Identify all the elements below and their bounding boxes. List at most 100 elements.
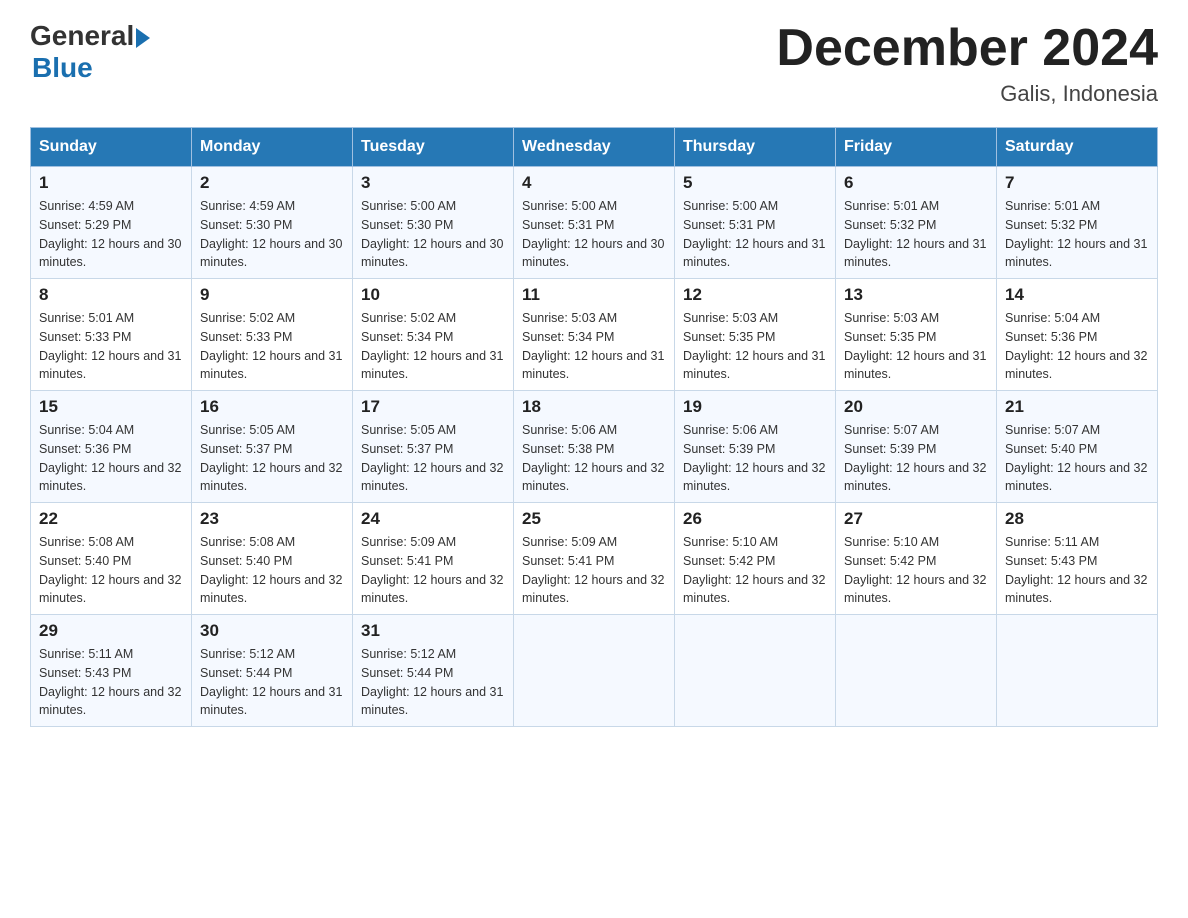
calendar-cell xyxy=(836,615,997,727)
day-info: Sunrise: 5:03 AMSunset: 5:35 PMDaylight:… xyxy=(683,309,827,384)
calendar-cell: 18 Sunrise: 5:06 AMSunset: 5:38 PMDayligh… xyxy=(514,391,675,503)
calendar-header-row: SundayMondayTuesdayWednesdayThursdayFrid… xyxy=(31,128,1158,167)
month-title: December 2024 xyxy=(776,20,1158,77)
day-number: 12 xyxy=(683,285,827,305)
day-number: 31 xyxy=(361,621,505,641)
day-info: Sunrise: 4:59 AMSunset: 5:29 PMDaylight:… xyxy=(39,197,183,272)
day-number: 13 xyxy=(844,285,988,305)
logo-general-text: General xyxy=(30,20,134,52)
day-number: 28 xyxy=(1005,509,1149,529)
day-number: 19 xyxy=(683,397,827,417)
calendar-header-tuesday: Tuesday xyxy=(353,128,514,167)
day-number: 22 xyxy=(39,509,183,529)
day-number: 3 xyxy=(361,173,505,193)
day-info: Sunrise: 5:06 AMSunset: 5:38 PMDaylight:… xyxy=(522,421,666,496)
calendar-cell: 13 Sunrise: 5:03 AMSunset: 5:35 PMDayligh… xyxy=(836,279,997,391)
day-info: Sunrise: 5:04 AMSunset: 5:36 PMDaylight:… xyxy=(1005,309,1149,384)
day-info: Sunrise: 5:01 AMSunset: 5:32 PMDaylight:… xyxy=(844,197,988,272)
day-number: 11 xyxy=(522,285,666,305)
day-number: 4 xyxy=(522,173,666,193)
calendar-cell: 31 Sunrise: 5:12 AMSunset: 5:44 PMDayligh… xyxy=(353,615,514,727)
calendar-cell: 1 Sunrise: 4:59 AMSunset: 5:29 PMDaylight… xyxy=(31,167,192,279)
day-number: 26 xyxy=(683,509,827,529)
calendar-cell: 17Sunrise: 5:05 AMSunset: 5:37 PMDayligh… xyxy=(353,391,514,503)
calendar-week-row: 29 Sunrise: 5:11 AMSunset: 5:43 PMDayligh… xyxy=(31,615,1158,727)
day-number: 21 xyxy=(1005,397,1149,417)
day-info: Sunrise: 5:10 AMSunset: 5:42 PMDaylight:… xyxy=(683,533,827,608)
day-info: Sunrise: 5:08 AMSunset: 5:40 PMDaylight:… xyxy=(39,533,183,608)
day-info: Sunrise: 5:10 AMSunset: 5:42 PMDaylight:… xyxy=(844,533,988,608)
calendar-week-row: 22 Sunrise: 5:08 AMSunset: 5:40 PMDayligh… xyxy=(31,503,1158,615)
calendar-cell: 4 Sunrise: 5:00 AMSunset: 5:31 PMDaylight… xyxy=(514,167,675,279)
location-label: Galis, Indonesia xyxy=(776,81,1158,107)
day-number: 10 xyxy=(361,285,505,305)
calendar-header-sunday: Sunday xyxy=(31,128,192,167)
calendar-header-thursday: Thursday xyxy=(675,128,836,167)
logo-blue-text: Blue xyxy=(32,52,93,84)
day-number: 25 xyxy=(522,509,666,529)
day-number: 14 xyxy=(1005,285,1149,305)
day-info: Sunrise: 5:03 AMSunset: 5:34 PMDaylight:… xyxy=(522,309,666,384)
calendar-cell: 27 Sunrise: 5:10 AMSunset: 5:42 PMDayligh… xyxy=(836,503,997,615)
calendar-header-saturday: Saturday xyxy=(997,128,1158,167)
day-info: Sunrise: 5:00 AMSunset: 5:31 PMDaylight:… xyxy=(683,197,827,272)
calendar-cell: 5 Sunrise: 5:00 AMSunset: 5:31 PMDaylight… xyxy=(675,167,836,279)
day-info: Sunrise: 5:02 AMSunset: 5:34 PMDaylight:… xyxy=(361,309,505,384)
logo-arrow-icon xyxy=(136,28,150,48)
calendar-week-row: 15 Sunrise: 5:04 AMSunset: 5:36 PMDayligh… xyxy=(31,391,1158,503)
page-header: General Blue December 2024 Galis, Indone… xyxy=(30,20,1158,107)
day-number: 30 xyxy=(200,621,344,641)
calendar-week-row: 1 Sunrise: 4:59 AMSunset: 5:29 PMDaylight… xyxy=(31,167,1158,279)
calendar-cell: 28Sunrise: 5:11 AMSunset: 5:43 PMDayligh… xyxy=(997,503,1158,615)
day-number: 7 xyxy=(1005,173,1149,193)
day-number: 29 xyxy=(39,621,183,641)
calendar-cell xyxy=(675,615,836,727)
calendar-cell: 2 Sunrise: 4:59 AMSunset: 5:30 PMDaylight… xyxy=(192,167,353,279)
day-info: Sunrise: 5:09 AMSunset: 5:41 PMDaylight:… xyxy=(522,533,666,608)
calendar-cell: 12 Sunrise: 5:03 AMSunset: 5:35 PMDayligh… xyxy=(675,279,836,391)
logo: General Blue xyxy=(30,20,150,84)
calendar-cell: 26 Sunrise: 5:10 AMSunset: 5:42 PMDayligh… xyxy=(675,503,836,615)
calendar-cell: 8Sunrise: 5:01 AMSunset: 5:33 PMDaylight… xyxy=(31,279,192,391)
calendar-cell xyxy=(514,615,675,727)
day-info: Sunrise: 5:09 AMSunset: 5:41 PMDaylight:… xyxy=(361,533,505,608)
calendar-cell: 14 Sunrise: 5:04 AMSunset: 5:36 PMDayligh… xyxy=(997,279,1158,391)
day-info: Sunrise: 5:05 AMSunset: 5:37 PMDaylight:… xyxy=(361,421,505,496)
day-info: Sunrise: 5:01 AMSunset: 5:32 PMDaylight:… xyxy=(1005,197,1149,272)
day-number: 23 xyxy=(200,509,344,529)
day-info: Sunrise: 5:02 AMSunset: 5:33 PMDaylight:… xyxy=(200,309,344,384)
day-number: 5 xyxy=(683,173,827,193)
day-number: 18 xyxy=(522,397,666,417)
day-info: Sunrise: 5:06 AMSunset: 5:39 PMDaylight:… xyxy=(683,421,827,496)
calendar-cell: 3Sunrise: 5:00 AMSunset: 5:30 PMDaylight… xyxy=(353,167,514,279)
calendar-header-wednesday: Wednesday xyxy=(514,128,675,167)
day-info: Sunrise: 5:00 AMSunset: 5:31 PMDaylight:… xyxy=(522,197,666,272)
day-info: Sunrise: 5:03 AMSunset: 5:35 PMDaylight:… xyxy=(844,309,988,384)
calendar-cell xyxy=(997,615,1158,727)
calendar-week-row: 8Sunrise: 5:01 AMSunset: 5:33 PMDaylight… xyxy=(31,279,1158,391)
day-info: Sunrise: 5:12 AMSunset: 5:44 PMDaylight:… xyxy=(200,645,344,720)
calendar-cell: 21Sunrise: 5:07 AMSunset: 5:40 PMDayligh… xyxy=(997,391,1158,503)
title-section: December 2024 Galis, Indonesia xyxy=(776,20,1158,107)
calendar-cell: 10 Sunrise: 5:02 AMSunset: 5:34 PMDayligh… xyxy=(353,279,514,391)
day-number: 1 xyxy=(39,173,183,193)
calendar-cell: 24Sunrise: 5:09 AMSunset: 5:41 PMDayligh… xyxy=(353,503,514,615)
calendar-cell: 22 Sunrise: 5:08 AMSunset: 5:40 PMDayligh… xyxy=(31,503,192,615)
day-info: Sunrise: 4:59 AMSunset: 5:30 PMDaylight:… xyxy=(200,197,344,272)
calendar-cell: 9Sunrise: 5:02 AMSunset: 5:33 PMDaylight… xyxy=(192,279,353,391)
calendar-cell: 19 Sunrise: 5:06 AMSunset: 5:39 PMDayligh… xyxy=(675,391,836,503)
day-info: Sunrise: 5:12 AMSunset: 5:44 PMDaylight:… xyxy=(361,645,505,720)
calendar-cell: 25 Sunrise: 5:09 AMSunset: 5:41 PMDayligh… xyxy=(514,503,675,615)
day-info: Sunrise: 5:04 AMSunset: 5:36 PMDaylight:… xyxy=(39,421,183,496)
day-number: 15 xyxy=(39,397,183,417)
calendar-header-friday: Friday xyxy=(836,128,997,167)
day-info: Sunrise: 5:01 AMSunset: 5:33 PMDaylight:… xyxy=(39,309,183,384)
day-info: Sunrise: 5:11 AMSunset: 5:43 PMDaylight:… xyxy=(39,645,183,720)
day-number: 27 xyxy=(844,509,988,529)
day-number: 2 xyxy=(200,173,344,193)
calendar-cell: 16Sunrise: 5:05 AMSunset: 5:37 PMDayligh… xyxy=(192,391,353,503)
calendar-cell: 23Sunrise: 5:08 AMSunset: 5:40 PMDayligh… xyxy=(192,503,353,615)
calendar-cell: 30 Sunrise: 5:12 AMSunset: 5:44 PMDayligh… xyxy=(192,615,353,727)
calendar-cell: 15 Sunrise: 5:04 AMSunset: 5:36 PMDayligh… xyxy=(31,391,192,503)
calendar-cell: 29 Sunrise: 5:11 AMSunset: 5:43 PMDayligh… xyxy=(31,615,192,727)
